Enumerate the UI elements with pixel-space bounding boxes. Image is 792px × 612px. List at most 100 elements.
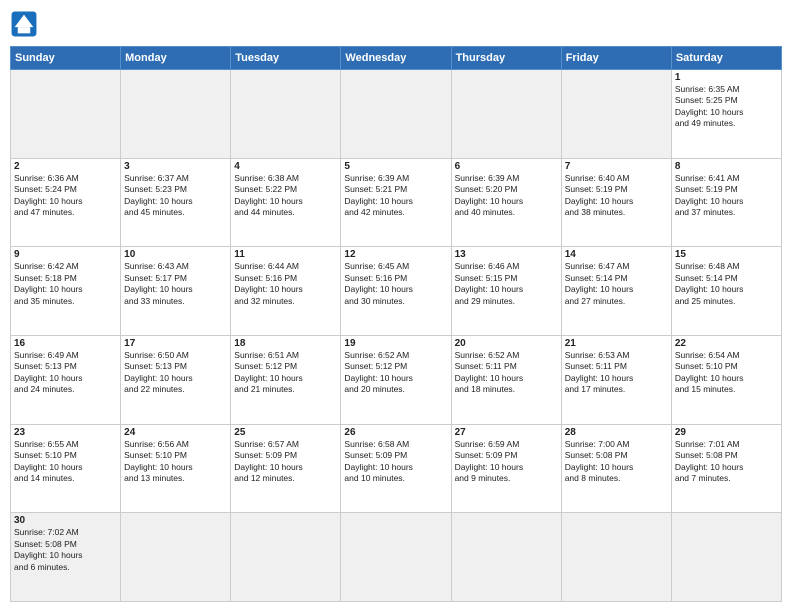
calendar-week-1: 2Sunrise: 6:36 AM Sunset: 5:24 PM Daylig… xyxy=(11,158,782,247)
day-info: Sunrise: 6:35 AM Sunset: 5:25 PM Dayligh… xyxy=(675,84,778,130)
day-number: 13 xyxy=(455,249,558,260)
calendar-cell: 9Sunrise: 6:42 AM Sunset: 5:18 PM Daylig… xyxy=(11,247,121,336)
calendar-cell: 12Sunrise: 6:45 AM Sunset: 5:16 PM Dayli… xyxy=(341,247,451,336)
day-info: Sunrise: 6:44 AM Sunset: 5:16 PM Dayligh… xyxy=(234,261,337,307)
calendar-cell: 6Sunrise: 6:39 AM Sunset: 5:20 PM Daylig… xyxy=(451,158,561,247)
day-number: 15 xyxy=(675,249,778,260)
day-number: 1 xyxy=(675,72,778,83)
day-number: 23 xyxy=(14,427,117,438)
day-number: 12 xyxy=(344,249,447,260)
day-number: 22 xyxy=(675,338,778,349)
calendar-cell: 27Sunrise: 6:59 AM Sunset: 5:09 PM Dayli… xyxy=(451,424,561,513)
day-number: 10 xyxy=(124,249,227,260)
calendar-cell: 5Sunrise: 6:39 AM Sunset: 5:21 PM Daylig… xyxy=(341,158,451,247)
calendar-cell: 28Sunrise: 7:00 AM Sunset: 5:08 PM Dayli… xyxy=(561,424,671,513)
header xyxy=(10,10,782,38)
day-number: 24 xyxy=(124,427,227,438)
logo xyxy=(10,10,42,38)
weekday-saturday: Saturday xyxy=(671,47,781,70)
day-number: 2 xyxy=(14,161,117,172)
calendar-cell xyxy=(231,70,341,159)
calendar-cell: 7Sunrise: 6:40 AM Sunset: 5:19 PM Daylig… xyxy=(561,158,671,247)
day-info: Sunrise: 6:36 AM Sunset: 5:24 PM Dayligh… xyxy=(14,173,117,219)
day-info: Sunrise: 6:50 AM Sunset: 5:13 PM Dayligh… xyxy=(124,350,227,396)
day-number: 26 xyxy=(344,427,447,438)
day-info: Sunrise: 6:39 AM Sunset: 5:20 PM Dayligh… xyxy=(455,173,558,219)
day-info: Sunrise: 6:56 AM Sunset: 5:10 PM Dayligh… xyxy=(124,439,227,485)
day-info: Sunrise: 6:49 AM Sunset: 5:13 PM Dayligh… xyxy=(14,350,117,396)
calendar-week-0: 1Sunrise: 6:35 AM Sunset: 5:25 PM Daylig… xyxy=(11,70,782,159)
calendar-cell: 8Sunrise: 6:41 AM Sunset: 5:19 PM Daylig… xyxy=(671,158,781,247)
day-info: Sunrise: 6:52 AM Sunset: 5:11 PM Dayligh… xyxy=(455,350,558,396)
calendar-cell: 15Sunrise: 6:48 AM Sunset: 5:14 PM Dayli… xyxy=(671,247,781,336)
weekday-tuesday: Tuesday xyxy=(231,47,341,70)
weekday-sunday: Sunday xyxy=(11,47,121,70)
calendar-cell xyxy=(561,70,671,159)
day-number: 14 xyxy=(565,249,668,260)
calendar-cell xyxy=(561,513,671,602)
day-info: Sunrise: 6:43 AM Sunset: 5:17 PM Dayligh… xyxy=(124,261,227,307)
calendar-cell: 24Sunrise: 6:56 AM Sunset: 5:10 PM Dayli… xyxy=(121,424,231,513)
day-info: Sunrise: 6:58 AM Sunset: 5:09 PM Dayligh… xyxy=(344,439,447,485)
day-info: Sunrise: 6:41 AM Sunset: 5:19 PM Dayligh… xyxy=(675,173,778,219)
calendar-week-3: 16Sunrise: 6:49 AM Sunset: 5:13 PM Dayli… xyxy=(11,335,782,424)
day-number: 5 xyxy=(344,161,447,172)
calendar-cell xyxy=(231,513,341,602)
day-info: Sunrise: 6:48 AM Sunset: 5:14 PM Dayligh… xyxy=(675,261,778,307)
day-number: 4 xyxy=(234,161,337,172)
calendar-cell: 22Sunrise: 6:54 AM Sunset: 5:10 PM Dayli… xyxy=(671,335,781,424)
calendar-cell: 2Sunrise: 6:36 AM Sunset: 5:24 PM Daylig… xyxy=(11,158,121,247)
day-number: 27 xyxy=(455,427,558,438)
day-info: Sunrise: 6:39 AM Sunset: 5:21 PM Dayligh… xyxy=(344,173,447,219)
day-number: 29 xyxy=(675,427,778,438)
calendar-cell: 3Sunrise: 6:37 AM Sunset: 5:23 PM Daylig… xyxy=(121,158,231,247)
weekday-wednesday: Wednesday xyxy=(341,47,451,70)
calendar-cell: 25Sunrise: 6:57 AM Sunset: 5:09 PM Dayli… xyxy=(231,424,341,513)
calendar-cell xyxy=(451,513,561,602)
day-info: Sunrise: 6:53 AM Sunset: 5:11 PM Dayligh… xyxy=(565,350,668,396)
calendar-week-2: 9Sunrise: 6:42 AM Sunset: 5:18 PM Daylig… xyxy=(11,247,782,336)
day-info: Sunrise: 7:00 AM Sunset: 5:08 PM Dayligh… xyxy=(565,439,668,485)
day-info: Sunrise: 6:51 AM Sunset: 5:12 PM Dayligh… xyxy=(234,350,337,396)
day-number: 30 xyxy=(14,515,117,526)
day-number: 28 xyxy=(565,427,668,438)
day-info: Sunrise: 6:38 AM Sunset: 5:22 PM Dayligh… xyxy=(234,173,337,219)
generalblue-logo-icon xyxy=(10,10,38,38)
calendar-table: SundayMondayTuesdayWednesdayThursdayFrid… xyxy=(10,46,782,602)
day-number: 8 xyxy=(675,161,778,172)
day-number: 6 xyxy=(455,161,558,172)
day-number: 18 xyxy=(234,338,337,349)
day-number: 20 xyxy=(455,338,558,349)
weekday-header-row: SundayMondayTuesdayWednesdayThursdayFrid… xyxy=(11,47,782,70)
calendar-cell xyxy=(671,513,781,602)
day-info: Sunrise: 7:01 AM Sunset: 5:08 PM Dayligh… xyxy=(675,439,778,485)
day-number: 19 xyxy=(344,338,447,349)
weekday-monday: Monday xyxy=(121,47,231,70)
calendar-cell: 4Sunrise: 6:38 AM Sunset: 5:22 PM Daylig… xyxy=(231,158,341,247)
calendar-cell: 21Sunrise: 6:53 AM Sunset: 5:11 PM Dayli… xyxy=(561,335,671,424)
day-info: Sunrise: 6:46 AM Sunset: 5:15 PM Dayligh… xyxy=(455,261,558,307)
day-info: Sunrise: 6:42 AM Sunset: 5:18 PM Dayligh… xyxy=(14,261,117,307)
day-number: 25 xyxy=(234,427,337,438)
calendar-cell: 1Sunrise: 6:35 AM Sunset: 5:25 PM Daylig… xyxy=(671,70,781,159)
calendar-cell: 30Sunrise: 7:02 AM Sunset: 5:08 PM Dayli… xyxy=(11,513,121,602)
calendar-cell: 16Sunrise: 6:49 AM Sunset: 5:13 PM Dayli… xyxy=(11,335,121,424)
calendar-cell: 14Sunrise: 6:47 AM Sunset: 5:14 PM Dayli… xyxy=(561,247,671,336)
day-info: Sunrise: 6:57 AM Sunset: 5:09 PM Dayligh… xyxy=(234,439,337,485)
day-number: 3 xyxy=(124,161,227,172)
calendar-week-4: 23Sunrise: 6:55 AM Sunset: 5:10 PM Dayli… xyxy=(11,424,782,513)
weekday-thursday: Thursday xyxy=(451,47,561,70)
calendar-cell: 29Sunrise: 7:01 AM Sunset: 5:08 PM Dayli… xyxy=(671,424,781,513)
day-info: Sunrise: 6:37 AM Sunset: 5:23 PM Dayligh… xyxy=(124,173,227,219)
calendar-cell: 10Sunrise: 6:43 AM Sunset: 5:17 PM Dayli… xyxy=(121,247,231,336)
calendar-cell: 11Sunrise: 6:44 AM Sunset: 5:16 PM Dayli… xyxy=(231,247,341,336)
day-number: 16 xyxy=(14,338,117,349)
day-info: Sunrise: 7:02 AM Sunset: 5:08 PM Dayligh… xyxy=(14,527,117,573)
day-info: Sunrise: 6:45 AM Sunset: 5:16 PM Dayligh… xyxy=(344,261,447,307)
day-info: Sunrise: 6:47 AM Sunset: 5:14 PM Dayligh… xyxy=(565,261,668,307)
calendar-cell: 26Sunrise: 6:58 AM Sunset: 5:09 PM Dayli… xyxy=(341,424,451,513)
calendar-cell: 17Sunrise: 6:50 AM Sunset: 5:13 PM Dayli… xyxy=(121,335,231,424)
calendar-cell: 20Sunrise: 6:52 AM Sunset: 5:11 PM Dayli… xyxy=(451,335,561,424)
day-info: Sunrise: 6:40 AM Sunset: 5:19 PM Dayligh… xyxy=(565,173,668,219)
calendar-cell xyxy=(341,70,451,159)
